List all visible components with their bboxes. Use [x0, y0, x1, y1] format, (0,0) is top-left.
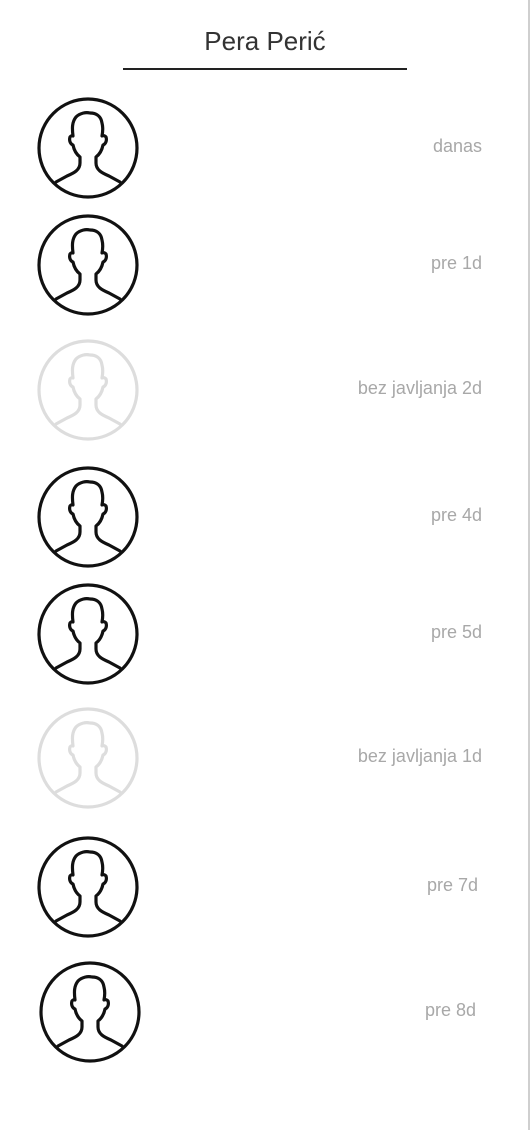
avatar	[36, 465, 140, 569]
contact-row[interactable]: danas	[36, 96, 482, 200]
contact-row[interactable]: bez javljanja 1d	[36, 706, 482, 810]
last-seen-status: bez javljanja 2d	[357, 378, 482, 398]
last-seen-status: bez javljanja 1d	[357, 746, 482, 766]
page-title: Pera Perić	[204, 26, 326, 56]
user-silhouette-icon	[37, 97, 139, 199]
avatar	[36, 835, 140, 939]
right-divider	[528, 0, 530, 1130]
contact-row[interactable]: pre 5d	[36, 582, 482, 686]
contact-row[interactable]: pre 8d	[36, 960, 482, 1064]
user-silhouette-icon	[37, 339, 139, 441]
page-header: Pera Perić	[123, 24, 407, 70]
user-silhouette-icon	[37, 583, 139, 685]
user-silhouette-icon	[37, 214, 139, 316]
contact-row[interactable]: bez javljanja 2d	[36, 338, 482, 442]
contact-row[interactable]: pre 1d	[36, 213, 482, 317]
contact-row[interactable]: pre 7d	[36, 835, 482, 939]
user-silhouette-icon	[37, 466, 139, 568]
last-seen-status: pre 1d	[430, 253, 482, 273]
avatar	[36, 582, 140, 686]
user-silhouette-icon	[37, 707, 139, 809]
last-seen-status: pre 5d	[430, 622, 482, 642]
user-silhouette-icon	[37, 836, 139, 938]
last-seen-status: pre 4d	[430, 505, 482, 525]
avatar	[36, 96, 140, 200]
last-seen-status: pre 7d	[426, 875, 478, 895]
avatar	[36, 706, 140, 810]
contact-row[interactable]: pre 4d	[36, 465, 482, 569]
avatar	[36, 213, 140, 317]
user-silhouette-icon	[39, 961, 141, 1063]
avatar	[36, 338, 140, 442]
avatar	[38, 960, 142, 1064]
last-seen-status: danas	[432, 136, 482, 156]
last-seen-status: pre 8d	[424, 1000, 476, 1020]
